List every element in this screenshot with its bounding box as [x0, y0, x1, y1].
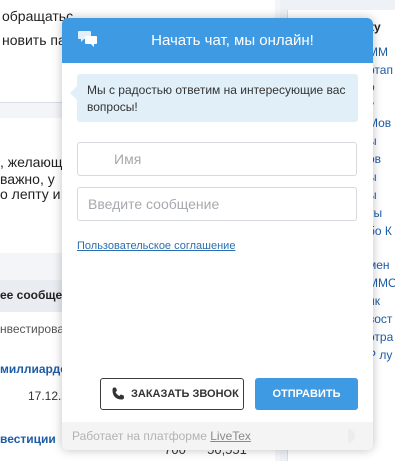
- greeting-message: Мы с радостью ответим на интересующие ва…: [70, 74, 358, 122]
- phone-icon: [112, 387, 124, 400]
- footer-label: Работает на платформе: [72, 429, 207, 443]
- request-call-button[interactable]: ЗАКАЗАТЬ ЗВОНОК: [100, 378, 244, 410]
- greeting-text: Мы с радостью ответим на интересующие ва…: [87, 83, 346, 114]
- chat-title: Начать чат, мы онлайн!: [151, 32, 314, 49]
- name-input[interactable]: [77, 142, 357, 176]
- request-call-label: ЗАКАЗАТЬ ЗВОНОК: [131, 388, 239, 400]
- chat-bubbles-icon: [78, 31, 97, 47]
- message-input[interactable]: [77, 187, 357, 221]
- chat-footer: Работает на платформе LiveTex ◗: [62, 418, 373, 450]
- chat-header[interactable]: Начать чат, мы онлайн!: [62, 18, 373, 63]
- table-header-label: ее сообщен: [0, 288, 70, 302]
- background-text: важно, у: [0, 171, 55, 187]
- table-row[interactable]: миллиарде: [0, 362, 67, 376]
- table-row-date: 17.12.: [28, 389, 62, 403]
- user-agreement-link[interactable]: Пользовательское соглашение: [77, 240, 235, 252]
- table-row[interactable]: нвестирова: [0, 322, 64, 336]
- table-row[interactable]: вестиции: [0, 432, 56, 446]
- send-button[interactable]: ОТПРАВИТЬ: [255, 378, 358, 410]
- background-text: , желающ: [0, 154, 63, 170]
- chat-widget: Начать чат, мы онлайн! Мы с радостью отв…: [62, 18, 373, 450]
- background-text: о лепту и: [0, 186, 61, 202]
- background-text: новить па: [2, 32, 66, 48]
- livetex-logo-mark: ◗: [341, 416, 361, 450]
- footer-text: Работает на платформе LiveTex: [72, 429, 251, 443]
- livetex-link[interactable]: LiveTex: [210, 429, 251, 443]
